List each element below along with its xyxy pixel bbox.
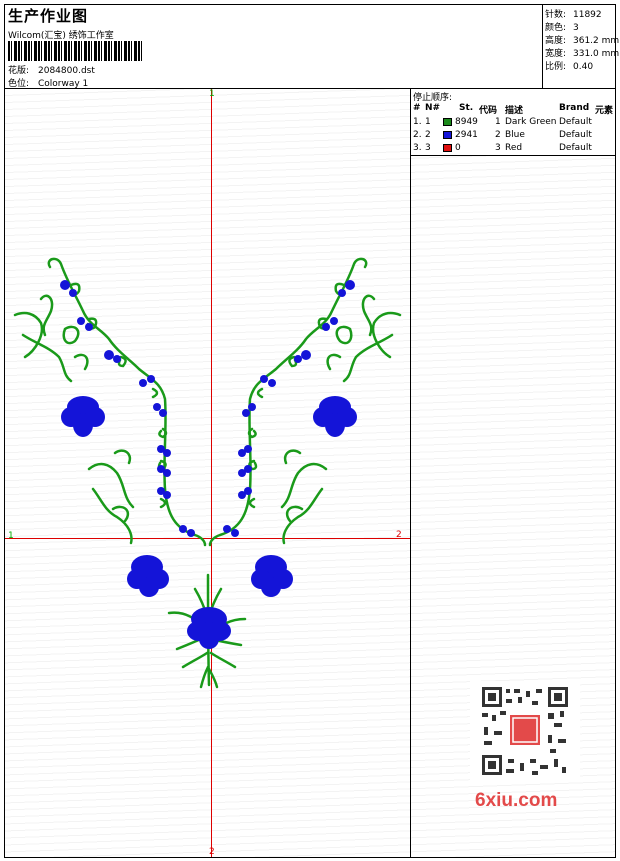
row-brand: Default: [559, 117, 592, 127]
design-row: 花版: 2084800.dst: [8, 63, 95, 76]
sequence-title: 停止顺序:: [413, 93, 453, 103]
right-leaf-top: [326, 294, 402, 383]
stat-colors: 颜色: 3: [545, 20, 579, 33]
sequence-row: 3. 3 0 3 Red Default: [413, 143, 613, 155]
watermark-text: 6xiu.com: [475, 790, 558, 811]
barcode-image: [8, 41, 144, 61]
stat-height: 高度: 361.2 mm: [545, 33, 619, 46]
qr-code-image: [470, 681, 580, 781]
row-brand: Default: [559, 143, 592, 153]
stat-label: 宽度:: [545, 49, 567, 59]
row-number: 1: [425, 117, 431, 127]
row-stitches: 8949: [455, 117, 478, 127]
embroidery-design: [13, 257, 402, 689]
design-canvas: 1 1 2 2: [5, 89, 411, 857]
stat-stitches: 针数: 11892: [545, 7, 602, 20]
row-index: 2.: [413, 130, 422, 140]
left-leaf-bottom: [87, 449, 135, 545]
col-stitches: St.: [459, 103, 474, 113]
stat-value: 0.40: [573, 62, 594, 72]
row-desc: Blue: [505, 130, 525, 140]
design-label: 花版:: [8, 66, 30, 76]
col-desc: 描述: [505, 106, 524, 116]
row-code: 1: [495, 117, 501, 127]
right-leaf-bottom: [280, 449, 328, 545]
row-stitches: 0: [455, 143, 461, 153]
color-swatch: [443, 144, 452, 152]
stat-width: 宽度: 331.0 mm: [545, 46, 619, 59]
row-brand: Default: [559, 130, 592, 140]
right-grape-upper: [313, 396, 357, 437]
design-value: 2084800.dst: [38, 66, 95, 76]
color-swatch: [443, 131, 452, 139]
row-index: 3.: [413, 143, 422, 153]
row-code: 3: [495, 143, 501, 153]
stop-sequence-panel: 停止顺序: # N# St. 代码 描述 Brand 元素 1. 1 8949 …: [411, 89, 615, 156]
right-grape-lower: [251, 555, 293, 597]
seal-stamp: [510, 715, 540, 745]
row-number: 2: [425, 130, 431, 140]
color-swatch: [443, 118, 452, 126]
col-index: #: [413, 103, 421, 113]
row-desc: Dark Green: [505, 117, 557, 127]
row-stitches: 2941: [455, 130, 478, 140]
stat-label: 高度:: [545, 36, 567, 46]
stat-label: 针数:: [545, 10, 567, 20]
col-element: 元素: [595, 106, 614, 116]
row-index: 1.: [413, 117, 422, 127]
qr-pattern: [480, 685, 570, 777]
col-number: N#: [425, 103, 441, 113]
stat-label: 比例:: [545, 62, 567, 72]
stat-value: 11892: [573, 10, 602, 20]
stat-scale: 比例: 0.40: [545, 59, 593, 72]
stat-value: 3: [573, 23, 579, 33]
company-name: Wilcom(汇宝) 绣饰工作室: [8, 31, 114, 41]
stat-value: 331.0 mm: [573, 49, 620, 59]
header: 生产作业图 Wilcom(汇宝) 绣饰工作室 花版: 2084800.dst 色位…: [4, 4, 544, 89]
row-number: 3: [425, 143, 431, 153]
col-code: 代码: [479, 106, 498, 116]
page-title: 生产作业图: [8, 7, 89, 25]
left-leaf-top: [13, 294, 89, 383]
row-desc: Red: [505, 143, 523, 153]
left-grape-lower: [127, 555, 169, 597]
row-code: 2: [495, 130, 501, 140]
left-grape-upper: [61, 396, 105, 437]
stat-label: 颜色:: [545, 23, 567, 33]
col-brand: Brand: [559, 103, 590, 113]
stat-value: 361.2 mm: [573, 36, 620, 46]
sequence-row: 2. 2 2941 2 Blue Default: [413, 130, 613, 142]
sequence-row: 1. 1 8949 1 Dark Green Default: [413, 117, 613, 129]
stats-panel: 针数: 11892 颜色: 3 高度: 361.2 mm 宽度: 331.0 mm 比例…: [542, 4, 619, 88]
